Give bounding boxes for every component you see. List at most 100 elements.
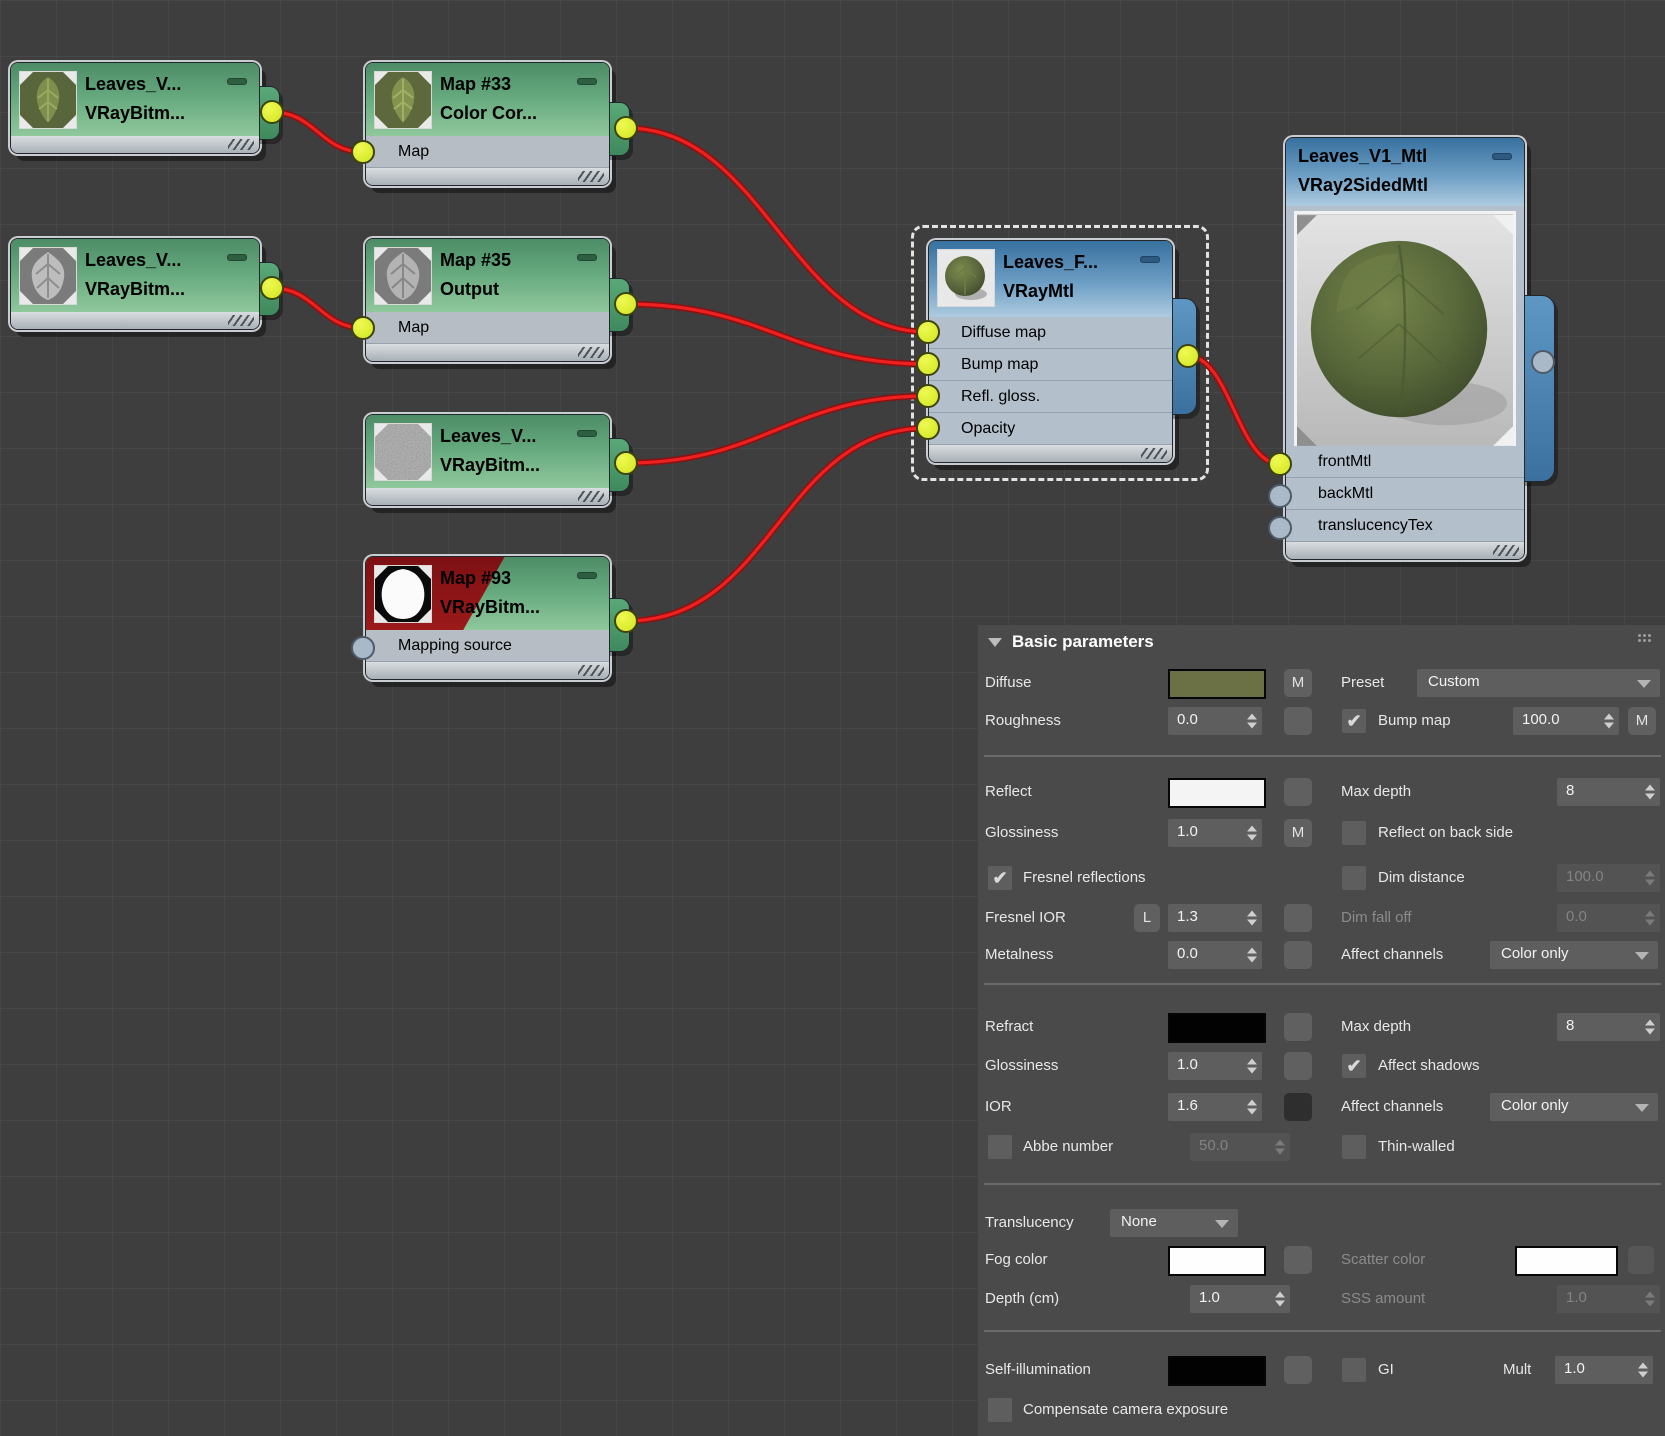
refract-max-depth-spinner[interactable]: 8	[1557, 1013, 1660, 1041]
panel-drag-handle-icon[interactable]	[1637, 633, 1653, 644]
thin-walled-checkbox[interactable]	[1342, 1135, 1366, 1159]
node-map35[interactable]: Map #35 Output Map	[365, 238, 610, 362]
spinner-arrows-icon[interactable]	[1247, 948, 1257, 963]
node-map93[interactable]: Map #93 VRayBitm... Mapping source	[365, 556, 610, 680]
input-slot-bump-map[interactable]: Bump map	[929, 349, 1172, 381]
fresnel-ior-map-button[interactable]	[1284, 904, 1312, 932]
bump-amount-spinner[interactable]: 100.0	[1513, 707, 1619, 735]
input-socket[interactable]	[916, 384, 940, 408]
mult-spinner[interactable]: 1.0	[1555, 1356, 1653, 1384]
fresnel-ior-spinner[interactable]: 1.3	[1168, 904, 1262, 932]
resize-grip-icon[interactable]	[578, 665, 604, 676]
input-slot-map[interactable]: Map	[366, 312, 609, 344]
affect-shadows-checkbox[interactable]: ✔	[1342, 1054, 1366, 1078]
output-socket[interactable]	[260, 100, 284, 124]
output-socket[interactable]	[1176, 344, 1200, 368]
input-slot-mapping-source[interactable]: Mapping source	[366, 630, 609, 662]
resize-grip-icon[interactable]	[1493, 545, 1519, 556]
bump-map-checkbox[interactable]: ✔	[1342, 709, 1366, 733]
diffuse-color-swatch[interactable]	[1168, 669, 1266, 699]
collapse-icon[interactable]	[1492, 153, 1512, 160]
spinner-arrows-icon[interactable]	[1604, 714, 1614, 729]
resize-grip-icon[interactable]	[1141, 448, 1167, 459]
input-slot-map[interactable]: Map	[366, 136, 609, 168]
reflect-glossiness-spinner[interactable]: 1.0	[1168, 819, 1262, 847]
fresnel-reflections-checkbox[interactable]: ✔	[988, 866, 1012, 890]
reflect-back-side-checkbox[interactable]	[1342, 821, 1366, 845]
node-leaves-bitmap-2[interactable]: Leaves_V... VRayBitm...	[10, 238, 260, 330]
collapse-icon[interactable]	[577, 430, 597, 437]
node-map33[interactable]: Map #33 Color Cor... Map	[365, 62, 610, 186]
output-socket[interactable]	[614, 292, 638, 316]
output-socket-empty[interactable]	[1531, 350, 1555, 374]
refract-map-button[interactable]	[1284, 1013, 1312, 1041]
collapse-icon[interactable]	[227, 254, 247, 261]
node-vraymtl-leaves-front[interactable]: Leaves_F... VRayMtl Diffuse map Bump map…	[928, 240, 1173, 463]
input-slot-opacity[interactable]: Opacity	[929, 413, 1172, 445]
roughness-spinner[interactable]: 0.0	[1168, 707, 1262, 735]
output-socket[interactable]	[614, 609, 638, 633]
input-socket[interactable]	[351, 316, 375, 340]
reflect-color-swatch[interactable]	[1168, 778, 1266, 808]
input-slot-frontmtl[interactable]: frontMtl	[1286, 446, 1524, 478]
node-leaves-bitmap-3[interactable]: Leaves_V... VRayBitm...	[365, 414, 610, 506]
spinner-arrows-icon[interactable]	[1638, 1363, 1648, 1378]
dim-distance-checkbox[interactable]	[1342, 866, 1366, 890]
slate-material-editor-canvas[interactable]: Leaves_V... VRayBitm... Map	[0, 0, 1665, 1436]
resize-grip-icon[interactable]	[578, 347, 604, 358]
collapse-icon[interactable]	[1140, 256, 1160, 263]
spinner-arrows-icon[interactable]	[1275, 1292, 1285, 1307]
input-socket[interactable]	[916, 416, 940, 440]
input-socket-empty[interactable]	[1268, 516, 1292, 540]
fog-map-button[interactable]	[1284, 1246, 1312, 1274]
roughness-map-button[interactable]	[1284, 707, 1312, 735]
rollout-title[interactable]: Basic parameters	[1012, 632, 1154, 652]
input-socket-empty[interactable]	[351, 636, 375, 660]
self-illumination-swatch[interactable]	[1168, 1356, 1266, 1386]
spinner-arrows-icon[interactable]	[1247, 714, 1257, 729]
compensate-exposure-checkbox[interactable]	[988, 1398, 1012, 1422]
bump-map-button[interactable]: M	[1628, 707, 1656, 735]
affect-channels-reflect-dropdown[interactable]: Color only	[1490, 941, 1658, 969]
translucency-dropdown[interactable]: None	[1110, 1209, 1238, 1237]
input-slot-backmtl[interactable]: backMtl	[1286, 478, 1524, 510]
spinner-arrows-icon[interactable]	[1247, 1100, 1257, 1115]
refract-glossiness-spinner[interactable]: 1.0	[1168, 1052, 1262, 1080]
input-socket-empty[interactable]	[1268, 484, 1292, 508]
collapse-icon[interactable]	[227, 78, 247, 85]
refract-glossiness-map-button[interactable]	[1284, 1052, 1312, 1080]
input-slot-translucencytex[interactable]: translucencyTex	[1286, 510, 1524, 542]
collapse-icon[interactable]	[577, 78, 597, 85]
input-socket[interactable]	[916, 352, 940, 376]
output-socket[interactable]	[614, 451, 638, 475]
node-vray2sidedmtl[interactable]: Leaves_V1_Mtl VRay2SidedMtl	[1285, 137, 1525, 560]
fresnel-ior-lock-button[interactable]: L	[1134, 904, 1160, 932]
gi-checkbox[interactable]	[1342, 1358, 1366, 1382]
spinner-arrows-icon[interactable]	[1645, 785, 1655, 800]
node-leaves-bitmap-1[interactable]: Leaves_V... VRayBitm...	[10, 62, 260, 154]
spinner-arrows-icon[interactable]	[1247, 911, 1257, 926]
self-illumination-map-button[interactable]	[1284, 1356, 1312, 1384]
abbe-number-checkbox[interactable]	[988, 1135, 1012, 1159]
resize-grip-icon[interactable]	[228, 139, 254, 150]
spinner-arrows-icon[interactable]	[1645, 1020, 1655, 1035]
ior-spinner[interactable]: 1.6	[1168, 1093, 1262, 1121]
input-socket[interactable]	[1268, 452, 1292, 476]
input-socket[interactable]	[351, 140, 375, 164]
depth-spinner[interactable]: 1.0	[1190, 1285, 1290, 1313]
collapse-icon[interactable]	[577, 254, 597, 261]
spinner-arrows-icon[interactable]	[1247, 1059, 1257, 1074]
diffuse-map-button[interactable]: M	[1284, 669, 1312, 697]
affect-channels-refract-dropdown[interactable]: Color only	[1490, 1093, 1658, 1121]
reflect-glossiness-map-button[interactable]: M	[1284, 819, 1312, 847]
reflect-map-button[interactable]	[1284, 778, 1312, 806]
fog-color-swatch[interactable]	[1168, 1246, 1266, 1276]
reflect-max-depth-spinner[interactable]: 8	[1557, 778, 1660, 806]
resize-grip-icon[interactable]	[578, 491, 604, 502]
output-socket[interactable]	[260, 276, 284, 300]
output-socket[interactable]	[614, 116, 638, 140]
spinner-arrows-icon[interactable]	[1247, 826, 1257, 841]
refract-color-swatch[interactable]	[1168, 1013, 1266, 1043]
resize-grip-icon[interactable]	[228, 315, 254, 326]
input-slot-diffuse-map[interactable]: Diffuse map	[929, 317, 1172, 349]
